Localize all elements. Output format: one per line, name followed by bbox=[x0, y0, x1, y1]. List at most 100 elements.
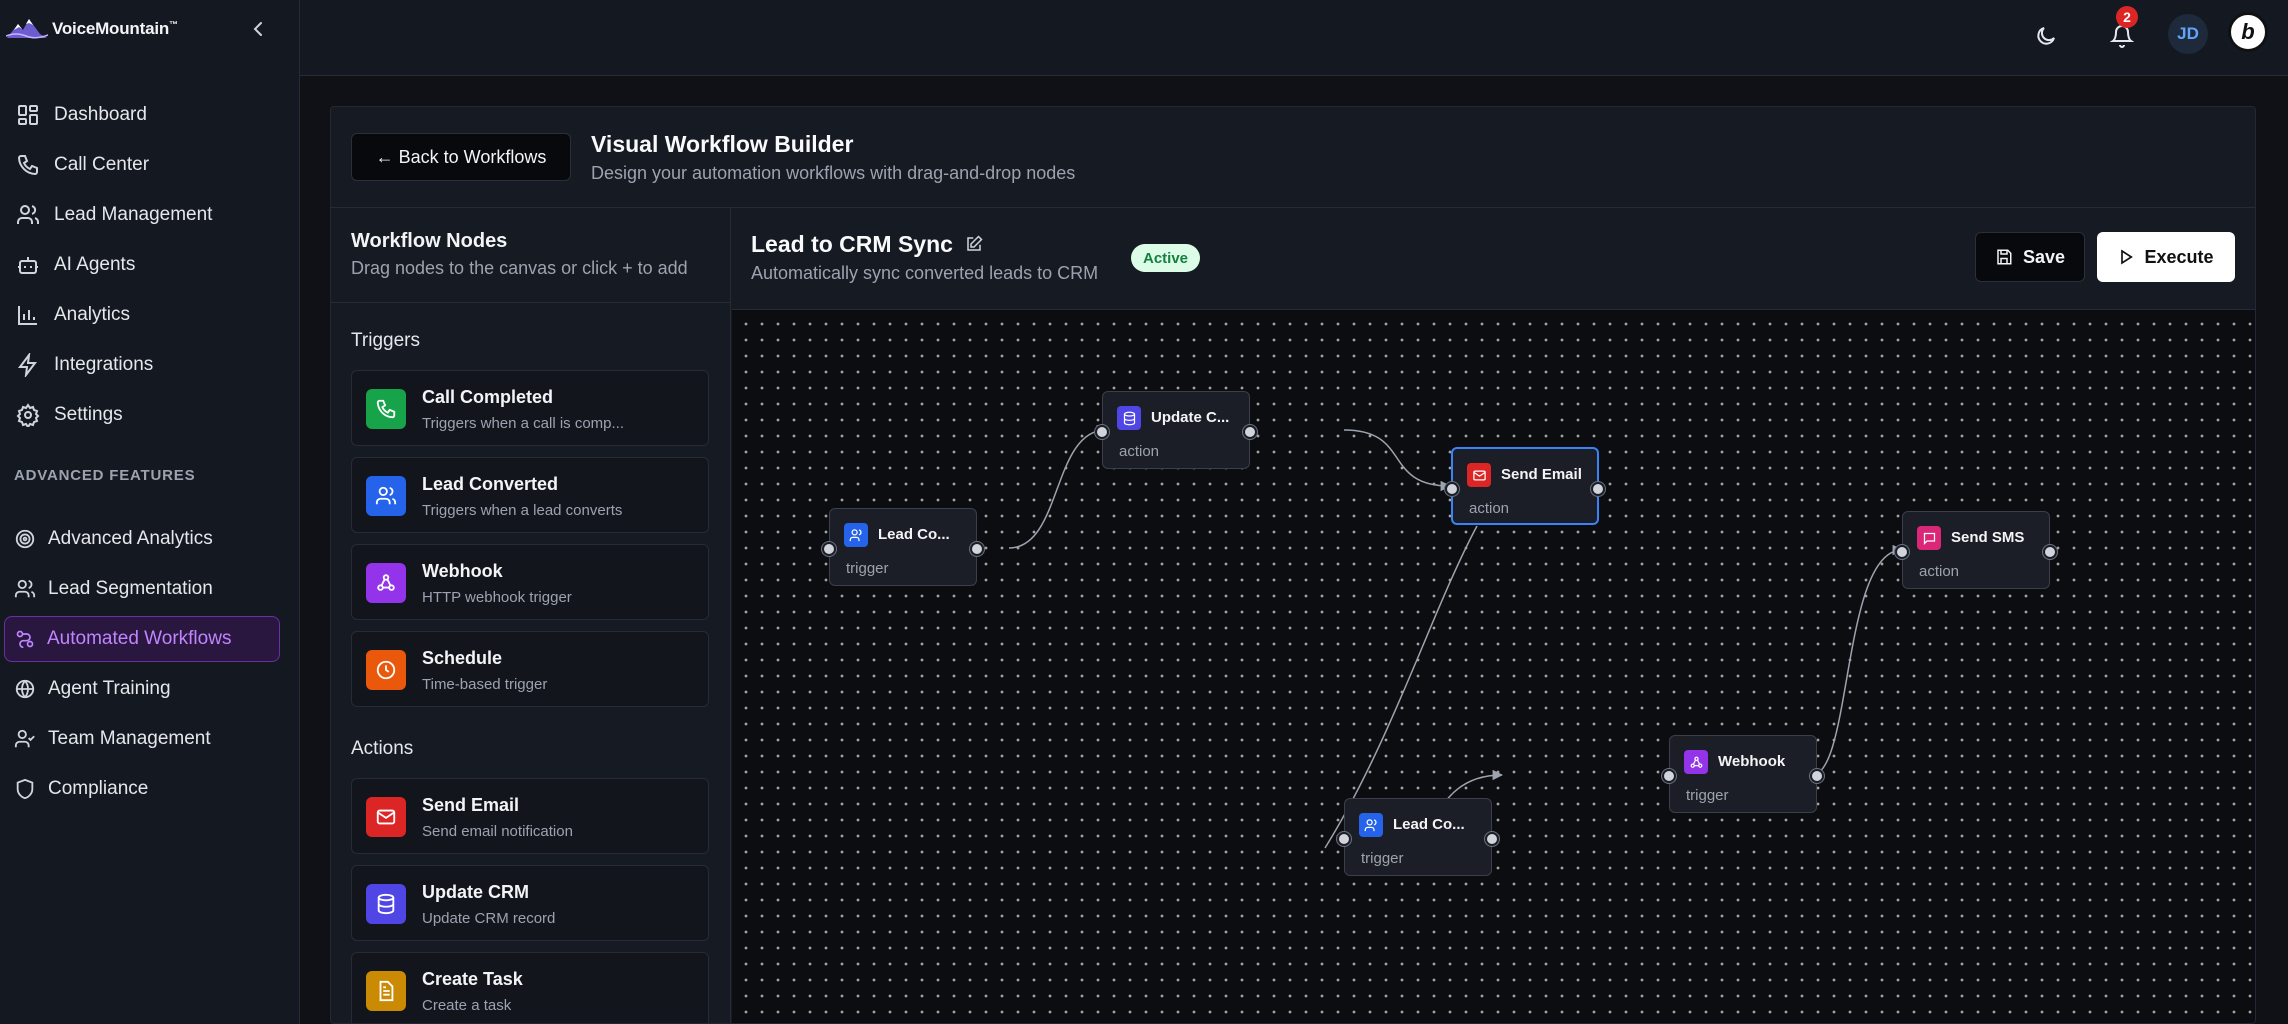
node-webhook[interactable]: Webhook HTTP webhook trigger bbox=[351, 544, 709, 620]
workflow-canvas[interactable]: Lead Co... trigger Update C... action Se… bbox=[732, 309, 2255, 1023]
notification-badge: 2 bbox=[2116, 6, 2138, 28]
node-description: Triggers when a lead converts bbox=[422, 502, 623, 519]
node-description: Update CRM record bbox=[422, 910, 556, 927]
node-title: Lead Converted bbox=[422, 474, 559, 494]
main-nav: Dashboard Call Center Lead Management AI… bbox=[0, 90, 300, 440]
nav-lead-management[interactable]: Lead Management bbox=[0, 190, 300, 240]
node-call-completed[interactable]: Call Completed Triggers when a call is c… bbox=[351, 370, 709, 446]
node-update-crm[interactable]: Update CRM Update CRM record bbox=[351, 865, 709, 941]
collapse-sidebar-button[interactable] bbox=[246, 14, 272, 44]
output-port[interactable] bbox=[1591, 482, 1605, 496]
actions-label: Actions bbox=[351, 738, 414, 759]
brand[interactable]: VoiceMountain™ bbox=[6, 14, 178, 44]
input-port[interactable] bbox=[1445, 482, 1459, 496]
advanced-features-label: ADVANCED FEATURES bbox=[14, 467, 196, 484]
canvas-node-send-email[interactable]: Send Email action bbox=[1445, 447, 1605, 525]
node-type: trigger bbox=[846, 560, 889, 577]
workflow-description: Automatically sync converted leads to CR… bbox=[751, 263, 1099, 283]
node-label: Send Email bbox=[1501, 466, 1582, 483]
canvas-node-lead-converted[interactable]: Lead Co... trigger bbox=[822, 508, 984, 586]
output-port[interactable] bbox=[2043, 545, 2057, 559]
node-label: Send SMS bbox=[1951, 529, 2025, 546]
node-title: Create Task bbox=[422, 969, 523, 989]
save-label: Save bbox=[2022, 246, 2066, 267]
edges-layer bbox=[1008, 424, 1904, 866]
page-title: Visual Workflow Builder bbox=[591, 131, 854, 157]
message-icon bbox=[1917, 526, 1941, 550]
input-port[interactable] bbox=[822, 542, 836, 556]
page-subtitle: Design your automation workflows with dr… bbox=[591, 163, 1076, 183]
moon-icon bbox=[2037, 27, 2055, 45]
panel-subtitle: Drag nodes to the canvas or click + to a… bbox=[351, 258, 688, 278]
node-label: Update C... bbox=[1151, 409, 1230, 426]
brand-name: VoiceMountain™ bbox=[52, 19, 178, 38]
output-port[interactable] bbox=[1485, 832, 1499, 846]
divider bbox=[331, 302, 731, 303]
panel-title: Workflow Nodes bbox=[351, 230, 508, 252]
nav-label: Team Management bbox=[48, 728, 211, 749]
mail-icon bbox=[1467, 463, 1491, 487]
nav-advanced-analytics[interactable]: Advanced Analytics bbox=[0, 514, 300, 564]
execute-button[interactable]: Execute bbox=[2097, 232, 2235, 282]
node-type: trigger bbox=[1361, 850, 1404, 867]
node-type: action bbox=[1919, 563, 1960, 580]
edge bbox=[1811, 544, 1904, 776]
bot-icon bbox=[18, 257, 38, 274]
database-icon bbox=[366, 884, 406, 924]
node-title: Webhook bbox=[422, 561, 503, 581]
node-type: action bbox=[1119, 443, 1160, 460]
nav-integrations[interactable]: Integrations bbox=[0, 340, 300, 390]
node-create-task[interactable]: Create Task Create a task bbox=[351, 952, 709, 1023]
node-lead-converted[interactable]: Lead Converted Triggers when a lead conv… bbox=[351, 457, 709, 533]
nav-call-center[interactable]: Call Center bbox=[0, 140, 300, 190]
nav-team-management[interactable]: Team Management bbox=[0, 714, 300, 764]
input-port[interactable] bbox=[1662, 769, 1676, 783]
canvas-node-lead-converted-2[interactable]: Lead Co... trigger bbox=[1337, 798, 1499, 876]
nav-analytics[interactable]: Analytics bbox=[0, 290, 300, 340]
nav-settings[interactable]: Settings bbox=[0, 390, 300, 440]
account-logo[interactable]: b bbox=[2228, 12, 2268, 52]
canvas-node-webhook[interactable]: Webhook trigger bbox=[1662, 735, 1824, 813]
node-title: Send Email bbox=[422, 795, 520, 815]
workflow-builder-card: ← Back to Workflows Visual Workflow Buil… bbox=[330, 106, 2256, 1024]
nav-agent-training[interactable]: Agent Training bbox=[0, 664, 300, 714]
input-port[interactable] bbox=[1337, 832, 1351, 846]
target-icon bbox=[15, 529, 35, 549]
node-send-email[interactable]: Send Email Send email notification bbox=[351, 778, 709, 854]
clock-icon bbox=[366, 650, 406, 690]
edit-name-button[interactable] bbox=[965, 235, 987, 257]
dashboard-icon bbox=[18, 105, 38, 125]
webhook-icon bbox=[366, 563, 406, 603]
output-port[interactable] bbox=[970, 542, 984, 556]
users-icon bbox=[844, 523, 868, 547]
node-description: Triggers when a call is comp... bbox=[422, 415, 625, 432]
output-port[interactable] bbox=[1810, 769, 1824, 783]
node-label: Lead Co... bbox=[1393, 816, 1465, 833]
mail-icon bbox=[366, 797, 406, 837]
save-button[interactable]: Save bbox=[1975, 232, 2085, 282]
canvas-node-send-sms[interactable]: Send SMS action bbox=[1895, 511, 2057, 589]
phone-icon bbox=[17, 155, 38, 176]
nav-dashboard[interactable]: Dashboard bbox=[0, 90, 300, 140]
nav-label: Settings bbox=[54, 404, 123, 425]
nav-ai-agents[interactable]: AI Agents bbox=[0, 240, 300, 290]
node-type: action bbox=[1469, 500, 1510, 517]
input-port[interactable] bbox=[1095, 425, 1109, 439]
nav-label: Advanced Analytics bbox=[48, 528, 213, 549]
nav-label: Compliance bbox=[48, 778, 149, 799]
back-to-workflows-button[interactable]: ← Back to Workflows bbox=[351, 133, 571, 181]
node-title: Call Completed bbox=[422, 387, 554, 407]
canvas-node-update-crm[interactable]: Update C... action bbox=[1095, 391, 1257, 469]
output-port[interactable] bbox=[1243, 425, 1257, 439]
theme-toggle-button[interactable] bbox=[2028, 18, 2064, 54]
webhook-icon bbox=[1684, 750, 1708, 774]
bar-chart-icon bbox=[18, 306, 37, 325]
nav-lead-segmentation[interactable]: Lead Segmentation bbox=[0, 564, 300, 614]
input-port[interactable] bbox=[1895, 545, 1909, 559]
avatar[interactable]: JD bbox=[2168, 14, 2208, 54]
nav-label: Lead Management bbox=[54, 204, 213, 225]
nav-compliance[interactable]: Compliance bbox=[0, 764, 300, 814]
node-schedule[interactable]: Schedule Time-based trigger bbox=[351, 631, 709, 707]
nav-automated-workflows[interactable]: Automated Workflows bbox=[4, 616, 280, 662]
users-icon bbox=[17, 205, 40, 224]
